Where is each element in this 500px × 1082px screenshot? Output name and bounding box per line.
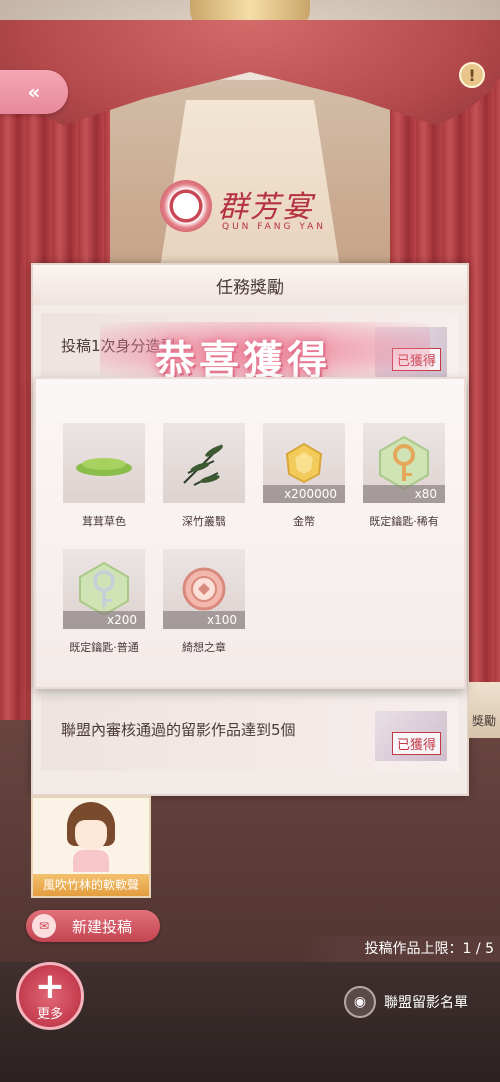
info-button[interactable]: ! xyxy=(459,62,485,88)
reward-quantity: x80 xyxy=(363,485,445,503)
logo-subtitle: QUN FANG YAN xyxy=(222,222,327,232)
reward-name: 既定鑰匙·普通 xyxy=(69,641,139,654)
reward-quantity: x200 xyxy=(63,611,145,629)
side-reward-tab[interactable]: 獎勵 xyxy=(468,682,500,738)
reward-name: 既定鑰匙·稀有 xyxy=(369,515,439,528)
reward-quantity: x100 xyxy=(163,611,245,629)
double-chevron-left-icon: « xyxy=(27,80,41,104)
gold-coin-icon: x200000 xyxy=(263,423,345,503)
reward-name: 茸茸草色 xyxy=(82,515,126,528)
camera-icon: ◉ xyxy=(344,986,376,1018)
more-label: 更多 xyxy=(36,1006,63,1022)
event-logo: 群芳宴 QUN FANG YAN xyxy=(160,178,350,238)
back-button[interactable]: « xyxy=(0,70,68,114)
reward-popup[interactable]: 茸茸草色 深竹叢翳 x200000 金幣 x80 既定鑰匙·稀有 x200 既定… xyxy=(34,377,466,689)
alliance-list-button[interactable]: ◉ 聯盟留影名單 xyxy=(344,986,468,1018)
reward-item[interactable]: x200000 金幣 xyxy=(263,423,345,529)
rare-key-icon: x80 xyxy=(363,423,445,503)
new-submission-button[interactable]: ✉ 新建投稿 xyxy=(26,910,160,942)
avatar-body xyxy=(73,850,109,872)
common-key-icon: x200 xyxy=(63,549,145,629)
logo-emblem-icon xyxy=(160,180,212,232)
reward-item[interactable]: 深竹叢翳 xyxy=(163,423,245,529)
alliance-list-label: 聯盟留影名單 xyxy=(384,995,468,1011)
envelope-icon: ✉ xyxy=(32,914,56,938)
exclamation-icon: ! xyxy=(468,65,476,85)
task-reward-thumb: 已獲得 xyxy=(375,711,447,761)
bamboo-icon xyxy=(163,423,245,503)
avatar-face xyxy=(75,820,107,850)
reward-name: 深竹叢翳 xyxy=(182,515,226,528)
panel-title: 任務獎勵 xyxy=(33,265,467,305)
obtained-badge: 已獲得 xyxy=(391,732,441,755)
submission-title: 風吹竹林的軟軟聲 xyxy=(33,874,149,896)
badge-icon: x100 xyxy=(163,549,245,629)
reward-name: 綺想之章 xyxy=(182,641,226,654)
reward-quantity: x200000 xyxy=(263,485,345,503)
reward-item[interactable]: x200 既定鑰匙·普通 xyxy=(63,549,145,655)
reward-item[interactable]: 茸茸草色 xyxy=(63,423,145,529)
submission-limit: 投稿作品上限：1 / 5 xyxy=(300,936,500,962)
new-submission-label: 新建投稿 xyxy=(72,917,133,936)
submission-card[interactable]: 風吹竹林的軟軟聲 xyxy=(31,796,151,898)
reward-item[interactable]: x100 綺想之章 xyxy=(163,549,245,655)
logo-title: 群芳宴 xyxy=(218,190,314,225)
reward-item[interactable]: x80 既定鑰匙·稀有 xyxy=(363,423,445,529)
grass-icon xyxy=(63,423,145,503)
more-button[interactable]: + 更多 xyxy=(16,962,84,1030)
task-text: 聯盟內審核通過的留影作品達到5個 xyxy=(61,721,296,739)
reward-name: 金幣 xyxy=(293,515,315,528)
plus-icon: + xyxy=(34,965,66,1007)
task-row: 聯盟內審核通過的留影作品達到5個 已獲得 xyxy=(41,697,459,771)
side-reward-label: 獎勵 xyxy=(471,714,496,728)
